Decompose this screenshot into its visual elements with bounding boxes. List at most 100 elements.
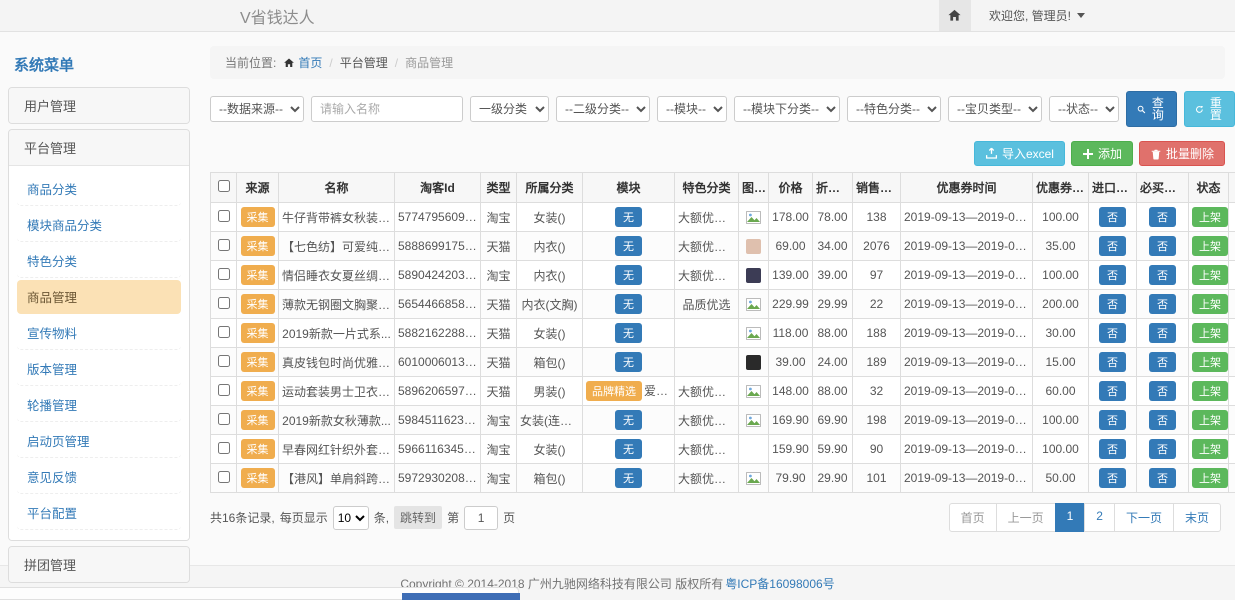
pager-item-2[interactable]: 2 <box>1084 503 1115 532</box>
import-select-toggle[interactable]: 否 <box>1099 207 1126 227</box>
sidebar-item-特色分类[interactable]: 特色分类 <box>17 244 181 278</box>
import-select-toggle[interactable]: 否 <box>1099 352 1126 372</box>
sidebar-item-拼团管理[interactable]: 拼团管理 <box>9 547 189 582</box>
must-buy-toggle[interactable]: 否 <box>1149 294 1176 314</box>
source-badge[interactable]: 采集 <box>241 468 275 488</box>
user-menu[interactable]: 欢迎您, 管理员! <box>971 7 1235 24</box>
select-all-checkbox[interactable] <box>218 180 230 192</box>
source-badge[interactable]: 采集 <box>241 294 275 314</box>
status-toggle[interactable]: 上架 <box>1192 294 1228 314</box>
per-page-select[interactable]: 10 <box>333 506 369 530</box>
sidebar-item-意见反馈[interactable]: 意见反馈 <box>17 460 181 494</box>
module-none-badge[interactable]: 无 <box>615 352 642 372</box>
module-none-badge[interactable]: 无 <box>615 265 642 285</box>
source-badge[interactable]: 采集 <box>241 381 275 401</box>
import-select-toggle[interactable]: 否 <box>1099 468 1126 488</box>
sidebar-item-模块商品分类[interactable]: 模块商品分类 <box>17 208 181 242</box>
must-buy-toggle[interactable]: 否 <box>1149 468 1176 488</box>
filter-select-1[interactable]: 一级分类 <box>470 96 549 122</box>
status-toggle[interactable]: 上架 <box>1192 352 1228 372</box>
name-search-input[interactable] <box>311 96 463 122</box>
batch-delete-button[interactable]: 批量删除 <box>1139 141 1225 166</box>
reset-button[interactable]: 重置 <box>1184 91 1235 127</box>
filter-select-2[interactable]: --二级分类-- <box>556 96 650 122</box>
row-checkbox[interactable] <box>218 210 230 222</box>
row-checkbox[interactable] <box>218 413 230 425</box>
filter-select-7[interactable]: --状态-- <box>1049 96 1119 122</box>
source-badge[interactable]: 采集 <box>241 265 275 285</box>
pager-item-首页[interactable]: 首页 <box>949 503 997 532</box>
import-select-toggle[interactable]: 否 <box>1099 410 1126 430</box>
status-toggle[interactable]: 上架 <box>1192 236 1228 256</box>
row-checkbox[interactable] <box>218 326 230 338</box>
module-badge[interactable]: 品牌精选 <box>586 381 642 401</box>
filter-select-0[interactable]: --数据来源-- <box>210 96 304 122</box>
query-button[interactable]: 查询 <box>1126 91 1177 127</box>
must-buy-toggle[interactable]: 否 <box>1149 439 1176 459</box>
import-select-toggle[interactable]: 否 <box>1099 294 1126 314</box>
sidebar-item-轮播管理[interactable]: 轮播管理 <box>17 388 181 422</box>
source-badge[interactable]: 采集 <box>241 410 275 430</box>
sidebar-item-商品管理[interactable]: 商品管理 <box>17 280 181 314</box>
module-none-badge[interactable]: 无 <box>615 439 642 459</box>
filter-select-5[interactable]: --特色分类-- <box>847 96 941 122</box>
sidebar-item-启动页管理[interactable]: 启动页管理 <box>17 424 181 458</box>
status-toggle[interactable]: 上架 <box>1192 323 1228 343</box>
must-buy-toggle[interactable]: 否 <box>1149 236 1176 256</box>
sidebar-item-版本管理[interactable]: 版本管理 <box>17 352 181 386</box>
sidebar-item-platform-mgmt[interactable]: 平台管理 <box>9 130 189 165</box>
must-buy-toggle[interactable]: 否 <box>1149 352 1176 372</box>
import-select-toggle[interactable]: 否 <box>1099 236 1126 256</box>
source-badge[interactable]: 采集 <box>241 323 275 343</box>
import-select-toggle[interactable]: 否 <box>1099 381 1126 401</box>
module-none-badge[interactable]: 无 <box>615 236 642 256</box>
must-buy-toggle[interactable]: 否 <box>1149 323 1176 343</box>
status-toggle[interactable]: 上架 <box>1192 468 1228 488</box>
must-buy-toggle[interactable]: 否 <box>1149 207 1176 227</box>
pager-item-末页[interactable]: 末页 <box>1173 503 1221 532</box>
source-badge[interactable]: 采集 <box>241 236 275 256</box>
module-none-badge[interactable]: 无 <box>615 294 642 314</box>
row-checkbox[interactable] <box>218 297 230 309</box>
status-toggle[interactable]: 上架 <box>1192 265 1228 285</box>
row-checkbox[interactable] <box>218 442 230 454</box>
row-checkbox[interactable] <box>218 239 230 251</box>
jump-page-input[interactable] <box>464 506 498 530</box>
sidebar-item-平台配置[interactable]: 平台配置 <box>17 496 181 530</box>
source-badge[interactable]: 采集 <box>241 439 275 459</box>
filter-select-6[interactable]: --宝贝类型-- <box>948 96 1042 122</box>
module-none-badge[interactable]: 无 <box>615 323 642 343</box>
row-checkbox[interactable] <box>218 355 230 367</box>
row-checkbox[interactable] <box>218 471 230 483</box>
status-toggle[interactable]: 上架 <box>1192 381 1228 401</box>
home-button[interactable] <box>939 0 971 31</box>
module-none-badge[interactable]: 无 <box>615 468 642 488</box>
pager-item-下一页[interactable]: 下一页 <box>1114 503 1174 532</box>
sidebar-item-商品分类[interactable]: 商品分类 <box>17 172 181 206</box>
status-toggle[interactable]: 上架 <box>1192 439 1228 459</box>
must-buy-toggle[interactable]: 否 <box>1149 265 1176 285</box>
pager-item-上一页[interactable]: 上一页 <box>996 503 1056 532</box>
source-badge[interactable]: 采集 <box>241 352 275 372</box>
import-select-toggle[interactable]: 否 <box>1099 439 1126 459</box>
add-button[interactable]: 添加 <box>1071 141 1133 166</box>
sidebar-item-宣传物料[interactable]: 宣传物料 <box>17 316 181 350</box>
sidebar-item-user-mgmt[interactable]: 用户管理 <box>9 88 189 123</box>
filter-select-4[interactable]: --模块下分类-- <box>734 96 840 122</box>
import-excel-button[interactable]: 导入excel <box>974 141 1065 166</box>
module-none-badge[interactable]: 无 <box>615 207 642 227</box>
breadcrumb-home-link[interactable]: 首页 <box>283 54 322 71</box>
jump-button[interactable]: 跳转到 <box>394 506 442 529</box>
row-checkbox[interactable] <box>218 268 230 280</box>
filter-select-3[interactable]: --模块-- <box>657 96 727 122</box>
row-checkbox[interactable] <box>218 384 230 396</box>
module-none-badge[interactable]: 无 <box>615 410 642 430</box>
must-buy-toggle[interactable]: 否 <box>1149 410 1176 430</box>
status-toggle[interactable]: 上架 <box>1192 410 1228 430</box>
status-toggle[interactable]: 上架 <box>1192 207 1228 227</box>
must-buy-toggle[interactable]: 否 <box>1149 381 1176 401</box>
source-badge[interactable]: 采集 <box>241 207 275 227</box>
import-select-toggle[interactable]: 否 <box>1099 323 1126 343</box>
import-select-toggle[interactable]: 否 <box>1099 265 1126 285</box>
pager-item-1[interactable]: 1 <box>1055 503 1086 532</box>
